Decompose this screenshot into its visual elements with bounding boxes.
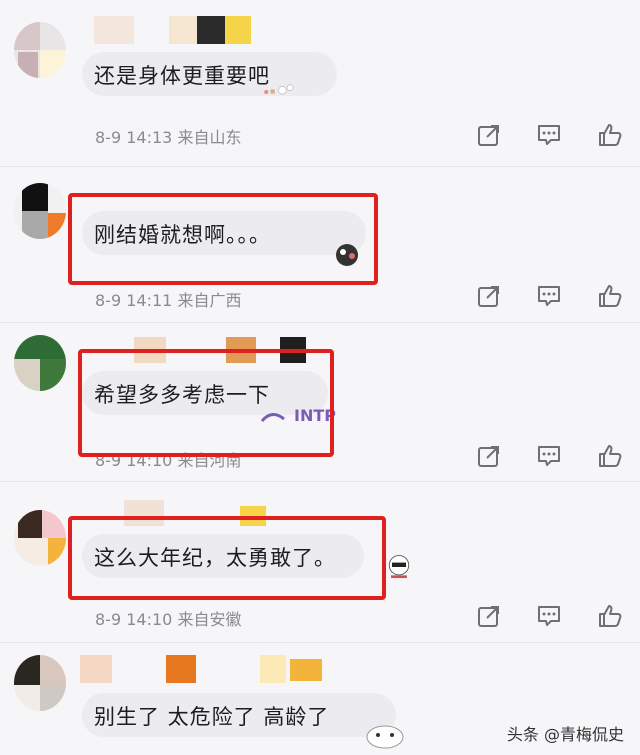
highlight-box [68,516,386,600]
comment-icon[interactable] [536,283,562,309]
comment-icon[interactable] [536,603,562,629]
comment-feed: { "comments": [ {"text": "还是身体更重要吧", "da… [0,0,640,755]
thumbs-up-icon[interactable] [597,443,623,469]
highlight-box [68,193,378,285]
avatar[interactable] [14,335,66,391]
share-icon[interactable] [476,283,502,309]
share-icon[interactable] [476,603,502,629]
comment-text: 别生了 太危险了 高龄了 [94,705,330,729]
username-mosaic[interactable] [80,655,334,683]
thumbs-up-icon[interactable] [597,122,623,148]
sticker-icon [366,725,404,749]
comment-icon[interactable] [536,122,562,148]
sticker-icon [264,84,294,95]
thumbs-up-icon[interactable] [597,603,623,629]
avatar[interactable] [14,22,66,78]
share-icon[interactable] [476,122,502,148]
avatar[interactable] [14,183,66,239]
comment-meta: 8-9 14:11 来自广西 [95,291,242,310]
highlight-box [78,349,334,457]
share-icon[interactable] [476,443,502,469]
comment-text: 还是身体更重要吧 [94,64,270,88]
comment-meta: 8-9 14:10 来自安徽 [95,610,242,629]
username-mosaic[interactable] [94,16,264,44]
comment-icon[interactable] [536,443,562,469]
comment-meta: 8-9 14:13 来自山东 [95,128,242,147]
avatar[interactable] [14,510,66,566]
avatar[interactable] [14,655,66,711]
sticker-icon [388,555,410,579]
watermark: 头条 @青梅侃史 [506,725,624,744]
thumbs-up-icon[interactable] [597,283,623,309]
